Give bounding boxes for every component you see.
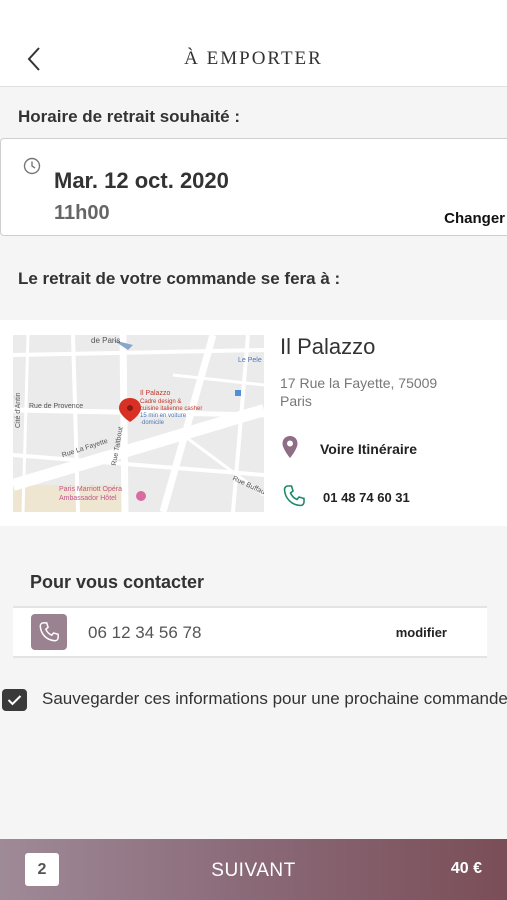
next-button[interactable]: SUIVANT bbox=[0, 860, 507, 882]
map-pin-line: ·domicile bbox=[140, 420, 165, 426]
contact-phone-field[interactable]: 06 12 34 56 78 bbox=[88, 623, 201, 643]
contact-icon-box bbox=[31, 614, 67, 650]
restaurant-card: de Paris Le Pele Rue de Provence Cité d'… bbox=[0, 320, 507, 526]
app-header: À EMPORTER bbox=[0, 0, 507, 87]
pickup-date: Mar. 12 oct. 2020 bbox=[54, 168, 229, 193]
map-label: Le Pele bbox=[238, 357, 262, 364]
directions-link[interactable]: Voire Itinéraire bbox=[320, 441, 417, 457]
footer-bar: 2 SUIVANT 40 € bbox=[0, 839, 507, 900]
restaurant-map[interactable]: de Paris Le Pele Rue de Provence Cité d'… bbox=[13, 335, 264, 512]
map-pin-line: 15 min en voiture bbox=[140, 413, 187, 419]
map-pin-line: Cadre design & bbox=[140, 399, 182, 405]
map-poi: Ambassador Hôtel bbox=[59, 495, 117, 502]
pickup-time-card: Mar. 12 oct. 2020 11h00 Changer bbox=[0, 138, 507, 236]
contact-label: Pour vous contacter bbox=[30, 572, 205, 592]
map-poi: Paris Marriott Opéra bbox=[59, 486, 123, 493]
map-label: Rue de Provence bbox=[29, 403, 84, 410]
map-pin-line: cuisine italienne casher bbox=[140, 406, 203, 412]
phone-icon bbox=[283, 485, 305, 507]
pickup-place-label: Le retrait de votre commande se fera à : bbox=[18, 269, 341, 288]
map-label: Cité d'Antin bbox=[15, 392, 22, 428]
map-label: de Paris bbox=[91, 336, 121, 345]
map-pin-subtitle: Cadre design & cuisine italienne casher … bbox=[140, 399, 202, 427]
restaurant-name: Il Palazzo bbox=[280, 334, 376, 359]
pickup-time-label: Horaire de retrait souhaité : bbox=[18, 107, 241, 126]
order-total: 40 € bbox=[450, 860, 482, 877]
page-title: À EMPORTER bbox=[184, 48, 323, 69]
phone-icon bbox=[39, 622, 59, 642]
restaurant-address: 17 Rue la Fayette, 75009 Paris bbox=[280, 375, 438, 409]
change-time-button[interactable]: Changer bbox=[444, 210, 505, 227]
restaurant-phone-link[interactable]: 01 48 74 60 31 bbox=[323, 490, 410, 505]
pickup-hour: 11h00 bbox=[54, 202, 110, 224]
location-pin-icon bbox=[282, 436, 298, 458]
checkmark-icon bbox=[7, 695, 22, 706]
map-pin-title: Il Palazzo bbox=[140, 390, 171, 397]
contact-phone-row: 06 12 34 56 78 modifier bbox=[13, 606, 487, 658]
modify-contact-button[interactable]: modifier bbox=[396, 625, 447, 640]
clock-icon bbox=[23, 157, 41, 175]
save-info-checkbox[interactable] bbox=[2, 689, 27, 711]
map-streets bbox=[13, 335, 264, 512]
save-info-label[interactable]: Sauvegarder ces informations pour une pr… bbox=[42, 689, 507, 709]
